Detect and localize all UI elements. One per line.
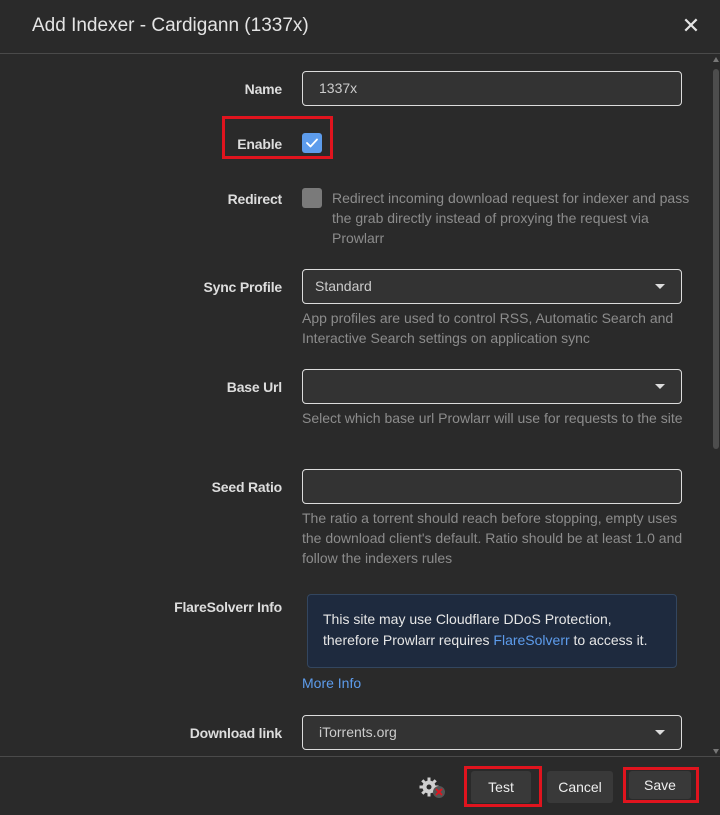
redirect-checkbox[interactable] <box>302 188 322 208</box>
test-button[interactable]: Test <box>470 770 532 804</box>
alert-text-end: to access it. <box>569 632 648 648</box>
flaresolverr-alert: This site may use Cloudflare DDoS Protec… <box>307 594 677 668</box>
save-button[interactable]: Save <box>628 770 692 800</box>
enable-label: Enable <box>237 136 282 152</box>
body-scrollbar[interactable] <box>712 55 720 756</box>
scrollbar-thumb[interactable] <box>713 69 719 449</box>
chevron-down-icon <box>655 384 665 389</box>
base-url-select[interactable] <box>302 369 682 404</box>
seed-ratio-help: The ratio a torrent should reach before … <box>302 510 683 566</box>
download-link-select[interactable]: iTorrents.org <box>302 715 682 750</box>
sync-profile-help: App profiles are used to control RSS, Au… <box>302 310 674 346</box>
add-indexer-modal: Add Indexer - Cardigann (1337x) ✕ Name 1… <box>0 0 720 815</box>
sync-profile-select[interactable]: Standard <box>302 269 682 304</box>
sync-profile-label: Sync Profile <box>203 279 282 295</box>
chevron-down-icon <box>655 730 665 735</box>
base-url-help: Select which base url Prowlarr will use … <box>302 410 683 426</box>
redirect-help: Redirect incoming download request for i… <box>332 190 690 246</box>
seed-ratio-label: Seed Ratio <box>211 479 283 495</box>
seed-ratio-input[interactable] <box>302 469 682 504</box>
settings-error-icon <box>419 777 445 798</box>
redirect-label: Redirect <box>227 191 283 207</box>
gear-icon[interactable] <box>418 775 448 801</box>
check-icon <box>306 138 318 148</box>
name-label: Name <box>244 81 283 97</box>
enable-checkbox[interactable] <box>302 133 322 153</box>
modal-header: Add Indexer - Cardigann (1337x) ✕ <box>0 0 720 54</box>
scroll-up-icon[interactable] <box>713 57 719 62</box>
chevron-down-icon <box>655 284 665 289</box>
base-url-label: Base Url <box>226 379 282 395</box>
flaresolverr-link[interactable]: FlareSolverr <box>493 632 569 648</box>
cancel-button[interactable]: Cancel <box>546 770 614 804</box>
sync-profile-value: Standard <box>315 278 372 294</box>
more-info-link[interactable]: More Info <box>302 675 361 691</box>
scroll-down-icon[interactable] <box>713 749 719 754</box>
modal-title: Add Indexer - Cardigann (1337x) <box>32 15 309 36</box>
download-link-value: iTorrents.org <box>319 724 397 740</box>
flaresolverr-label: FlareSolverr Info <box>174 599 282 615</box>
close-icon[interactable]: ✕ <box>680 12 702 40</box>
name-input[interactable]: 1337x <box>302 71 682 106</box>
download-link-label: Download link <box>189 725 282 741</box>
